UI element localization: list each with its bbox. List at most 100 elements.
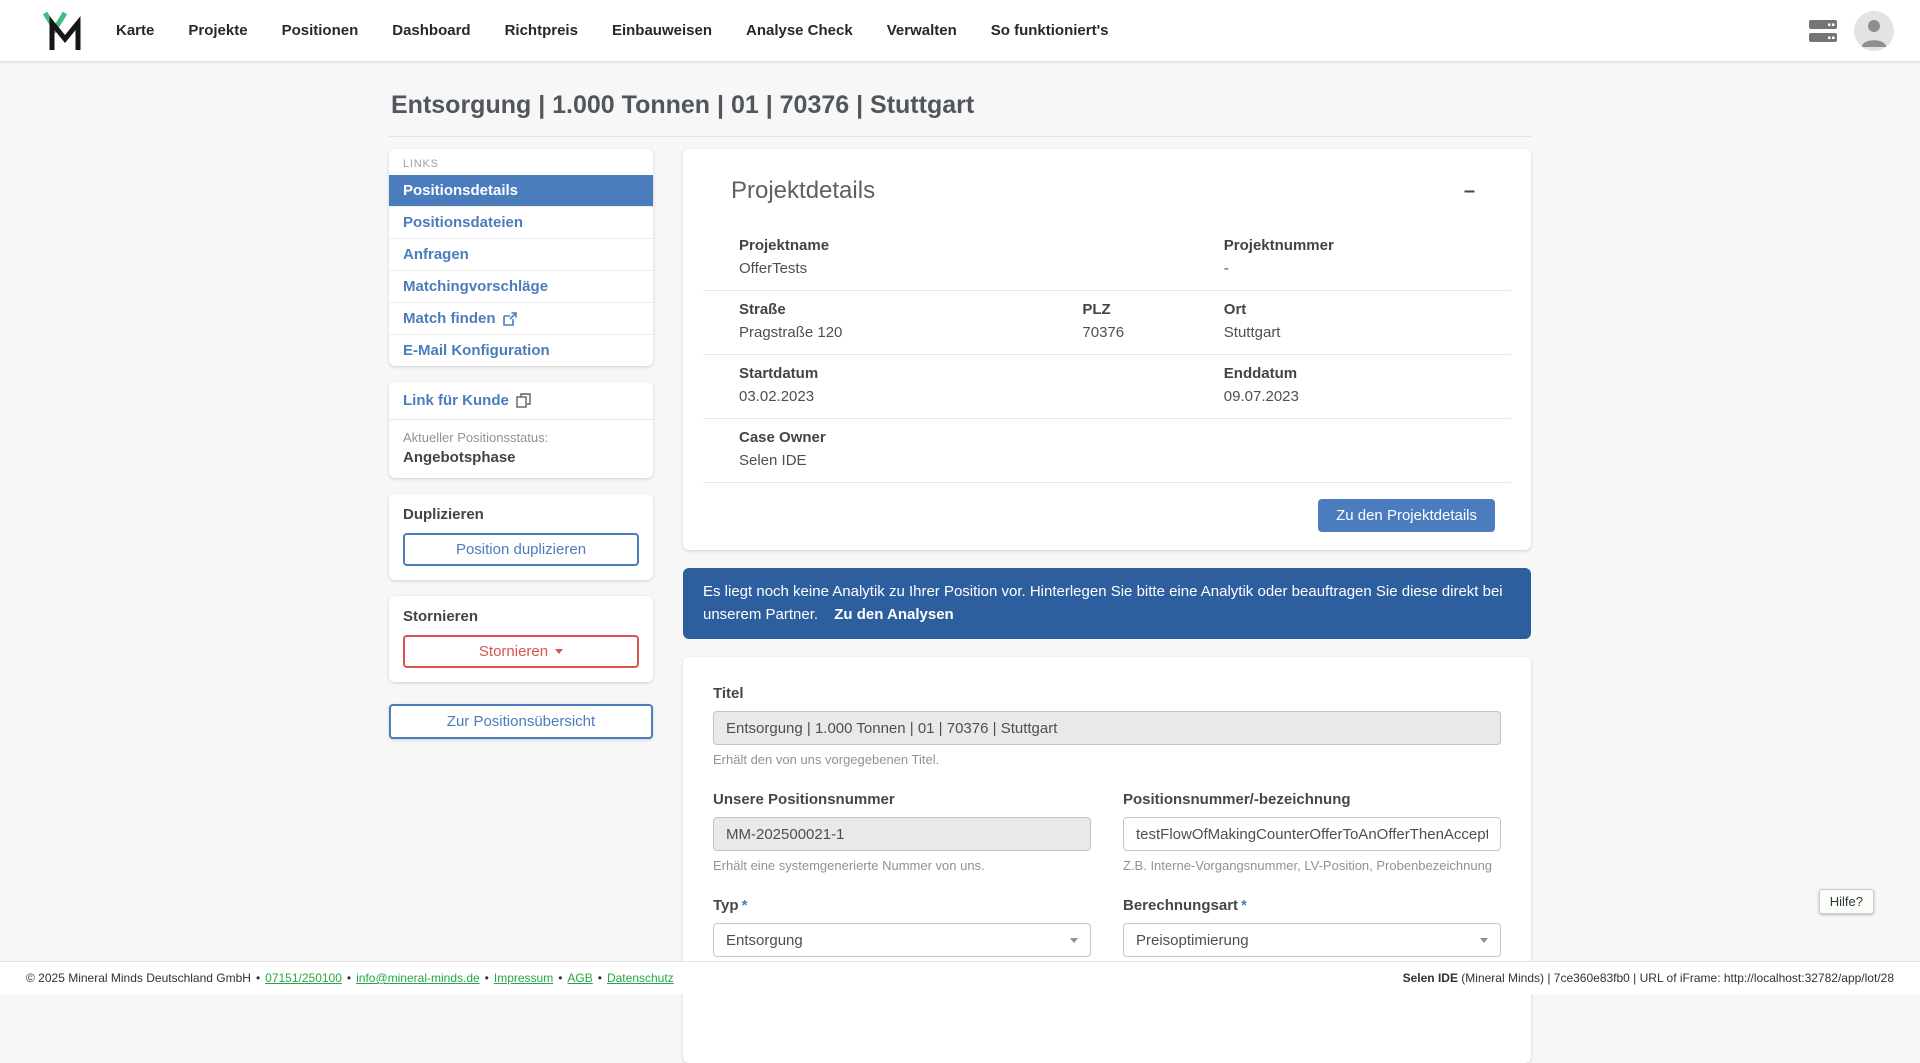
positionsbezeichnung-field: Positionsnummer/-bezeichnung Z.B. Intern…	[1123, 791, 1501, 873]
typ-label: Typ*	[713, 897, 1091, 914]
field-label: Startdatum	[739, 365, 1046, 382]
project-details-card: Projektdetails – Projektname OfferTests …	[683, 149, 1531, 550]
top-navigation-bar: Karte Projekte Positionen Dashboard Rich…	[0, 0, 1920, 61]
separator: •	[598, 971, 602, 985]
positionsbezeichnung-input[interactable]	[1123, 817, 1501, 851]
sidebar: LINKS Positionsdetails Positionsdateien …	[389, 149, 653, 739]
field-label: Case Owner	[739, 429, 1046, 446]
nav-item-verwalten[interactable]: Verwalten	[887, 22, 957, 39]
field-strasse: Straße Pragstraße 120	[703, 301, 1046, 341]
links-header: LINKS	[389, 149, 653, 175]
sidebar-item-label: E-Mail Konfiguration	[403, 342, 550, 359]
position-overview-button[interactable]: Zur Positionsübersicht	[389, 704, 653, 739]
nav-item-so-funktionierts[interactable]: So funktioniert's	[991, 22, 1109, 39]
field-enddatum: Enddatum 09.07.2023	[1188, 365, 1511, 405]
duplicate-position-button[interactable]: Position duplizieren	[403, 533, 639, 566]
field-value: 09.07.2023	[1224, 388, 1511, 405]
cancel-heading: Stornieren	[403, 608, 639, 625]
sidebar-item-label: Match finden	[403, 310, 496, 327]
position-status-label: Aktueller Positionsstatus:	[403, 430, 639, 445]
collapse-icon[interactable]: –	[1456, 177, 1483, 205]
nav-item-projekte[interactable]: Projekte	[188, 22, 247, 39]
analytics-info-banner: Es liegt noch keine Analytik zu Ihrer Po…	[683, 568, 1531, 639]
titel-label: Titel	[713, 685, 1501, 702]
titel-helper: Erhält den von uns vorgegebenen Titel.	[713, 752, 1501, 767]
nav-item-richtpreis[interactable]: Richtpreis	[505, 22, 578, 39]
berechnungsart-select[interactable]: Preisoptimierung	[1123, 923, 1501, 957]
nav-item-analyse-check[interactable]: Analyse Check	[746, 22, 853, 39]
separator: •	[256, 971, 260, 985]
sidebar-item-label: Matchingvorschläge	[403, 278, 548, 295]
field-value: -	[1224, 260, 1511, 277]
sidebar-item-email-konfiguration[interactable]: E-Mail Konfiguration	[389, 334, 653, 366]
field-value: Stuttgart	[1224, 324, 1511, 341]
go-to-project-details-button[interactable]: Zu den Projektdetails	[1318, 499, 1495, 532]
footer-agb-link[interactable]: AGB	[567, 971, 592, 985]
footer-left: © 2025 Mineral Minds Deutschland GmbH • …	[26, 971, 674, 985]
field-projektnummer: Projektnummer -	[1188, 237, 1511, 277]
sidebar-item-match-finden[interactable]: Match finden	[389, 302, 653, 334]
field-value: Pragstraße 120	[739, 324, 1046, 341]
nav-item-dashboard[interactable]: Dashboard	[392, 22, 470, 39]
field-label: Ort	[1224, 301, 1511, 318]
nav-item-karte[interactable]: Karte	[116, 22, 154, 39]
page-title: Entsorgung | 1.000 Tonnen | 01 | 70376 |…	[391, 91, 1529, 120]
server-icon[interactable]	[1808, 18, 1838, 44]
duplicate-heading: Duplizieren	[403, 506, 639, 523]
avatar-icon[interactable]	[1854, 11, 1894, 51]
project-details-grid: Projektname OfferTests Projektnummer - S…	[703, 227, 1511, 483]
main-nav: Karte Projekte Positionen Dashboard Rich…	[116, 22, 1109, 39]
field-ort: Ort Stuttgart	[1188, 301, 1511, 341]
brand-logo[interactable]	[40, 8, 86, 54]
required-asterisk: *	[1241, 897, 1247, 914]
field-case-owner: Case Owner Selen IDE	[703, 429, 1046, 469]
sidebar-item-positionsdateien[interactable]: Positionsdateien	[389, 206, 653, 238]
titel-input[interactable]	[713, 711, 1501, 745]
banner-text: Es liegt noch keine Analytik zu Ihrer Po…	[703, 583, 1503, 623]
field-label: Enddatum	[1224, 365, 1511, 382]
footer-impressum-link[interactable]: Impressum	[494, 971, 553, 985]
main-content: Projektdetails – Projektname OfferTests …	[683, 149, 1531, 1063]
field-value: Selen IDE	[739, 452, 1046, 469]
berechnungsart-label: Berechnungsart*	[1123, 897, 1501, 914]
titel-field: Titel Erhält den von uns vorgegebenen Ti…	[713, 685, 1501, 767]
chevron-down-icon	[555, 649, 563, 654]
sidebar-item-matchingvorschlaege[interactable]: Matchingvorschläge	[389, 270, 653, 302]
go-to-analyses-link[interactable]: Zu den Analysen	[834, 606, 953, 623]
field-label: Straße	[739, 301, 1046, 318]
customer-link[interactable]: Link für Kunde	[403, 392, 639, 409]
field-value: 70376	[1082, 324, 1187, 341]
footer: © 2025 Mineral Minds Deutschland GmbH • …	[0, 961, 1920, 994]
nav-item-positionen[interactable]: Positionen	[282, 22, 359, 39]
footer-phone-link[interactable]: 07151/250100	[265, 971, 342, 985]
copyright-text: © 2025 Mineral Minds Deutschland GmbH	[26, 971, 251, 985]
berechnungsart-select-value: Preisoptimierung	[1136, 932, 1249, 949]
field-label: Projektname	[739, 237, 1046, 254]
nav-item-einbauweisen[interactable]: Einbauweisen	[612, 22, 712, 39]
chevron-down-icon	[1070, 938, 1078, 943]
avatar	[1854, 11, 1894, 51]
positionsnummer-input[interactable]	[713, 817, 1091, 851]
footer-user: Selen IDE	[1403, 971, 1458, 985]
footer-email-link[interactable]: info@mineral-minds.de	[356, 971, 480, 985]
cancel-button[interactable]: Stornieren	[403, 635, 639, 668]
sidebar-item-anfragen[interactable]: Anfragen	[389, 238, 653, 270]
copy-icon	[516, 393, 531, 408]
help-button[interactable]: Hilfe?	[1819, 889, 1874, 914]
typ-label-text: Typ	[713, 897, 739, 914]
typ-select[interactable]: Entsorgung	[713, 923, 1091, 957]
external-link-icon	[503, 312, 517, 326]
sidebar-item-positionsdetails[interactable]: Positionsdetails	[389, 175, 653, 206]
footer-datenschutz-link[interactable]: Datenschutz	[607, 971, 674, 985]
berechnungsart-label-text: Berechnungsart	[1123, 897, 1238, 914]
required-asterisk: *	[742, 897, 748, 914]
footer-session-info: Selen IDE (Mineral Minds) | 7ce360e83fb0…	[1403, 971, 1894, 985]
sidebar-links-card: LINKS Positionsdetails Positionsdateien …	[389, 149, 653, 366]
sidebar-item-label: Anfragen	[403, 246, 469, 263]
positionsnummer-label: Unsere Positionsnummer	[713, 791, 1091, 808]
field-value: 03.02.2023	[739, 388, 1046, 405]
field-startdatum: Startdatum 03.02.2023	[703, 365, 1046, 405]
page-title-block: Entsorgung | 1.000 Tonnen | 01 | 70376 |…	[389, 61, 1531, 137]
footer-meta: (Mineral Minds) | 7ce360e83fb0 | URL of …	[1458, 971, 1894, 985]
field-label: PLZ	[1082, 301, 1187, 318]
